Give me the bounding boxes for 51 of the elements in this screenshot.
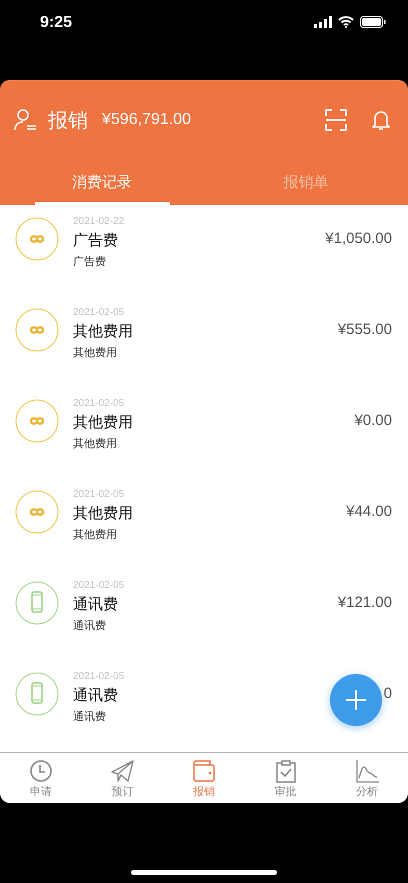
record-category: 其他费用 bbox=[73, 528, 117, 543]
record-amount: ¥0.00 bbox=[354, 412, 392, 431]
signal-icon bbox=[314, 16, 332, 28]
record-category: 其他费用 bbox=[73, 346, 117, 361]
nav-item[interactable]: 分析 bbox=[326, 753, 408, 803]
user-icon[interactable] bbox=[14, 108, 38, 132]
clock-icon bbox=[28, 758, 54, 784]
record-title: 其他费用 bbox=[73, 413, 133, 433]
phone-icon bbox=[15, 581, 59, 625]
chart-icon bbox=[354, 758, 380, 784]
record-title: 其他费用 bbox=[73, 322, 133, 342]
record-category: 通讯费 bbox=[73, 618, 106, 634]
record-amount: ¥121.00 bbox=[338, 594, 392, 613]
nav-item[interactable]: 报销 bbox=[163, 753, 245, 803]
nav-item[interactable]: 审批 bbox=[244, 753, 326, 803]
record-date: 2021-02-05 bbox=[73, 488, 124, 502]
battery-icon bbox=[360, 16, 386, 28]
record-title: 通讯费 bbox=[73, 595, 118, 615]
nav-item[interactable]: 申请 bbox=[0, 753, 82, 803]
record-title: 其他费用 bbox=[73, 504, 133, 524]
bell-icon[interactable] bbox=[371, 109, 391, 131]
plus-icon bbox=[345, 689, 367, 711]
wifi-icon bbox=[338, 16, 354, 28]
record-category: 广告费 bbox=[73, 254, 106, 270]
record-amount: ¥1,050.00 bbox=[325, 230, 392, 249]
total-amount: ¥596,791.00 bbox=[102, 111, 192, 129]
record-amount: ¥555.00 bbox=[338, 321, 392, 340]
wallet-icon bbox=[190, 758, 217, 784]
plane-icon bbox=[109, 758, 136, 784]
record-date: 2021-02-05 bbox=[73, 397, 124, 411]
phone-icon bbox=[15, 672, 59, 716]
infinity-icon bbox=[15, 217, 59, 261]
tab[interactable]: 报销单 bbox=[204, 160, 408, 205]
record-category: 通讯费 bbox=[73, 710, 106, 725]
nav-item[interactable]: 预订 bbox=[82, 753, 164, 803]
record-date: 2021-02-05 bbox=[73, 306, 124, 320]
infinity-icon bbox=[15, 399, 59, 443]
record-date: 2021-02-22 bbox=[73, 215, 124, 229]
page-title: 报销 bbox=[48, 108, 88, 134]
infinity-icon bbox=[15, 490, 59, 534]
record-category: 其他费用 bbox=[73, 437, 117, 452]
record-amount: 0 bbox=[384, 685, 392, 704]
status-time: 9:25 bbox=[40, 14, 72, 32]
record-amount: ¥44.00 bbox=[346, 503, 392, 522]
scan-icon[interactable] bbox=[325, 109, 347, 131]
record-title: 广告费 bbox=[73, 231, 118, 251]
record-date: 2021-02-05 bbox=[73, 579, 124, 593]
record-date: 2021-02-05 bbox=[73, 670, 124, 684]
infinity-icon bbox=[15, 308, 59, 352]
tab[interactable]: 消费记录 bbox=[0, 160, 204, 205]
record-title: 通讯费 bbox=[73, 686, 118, 706]
